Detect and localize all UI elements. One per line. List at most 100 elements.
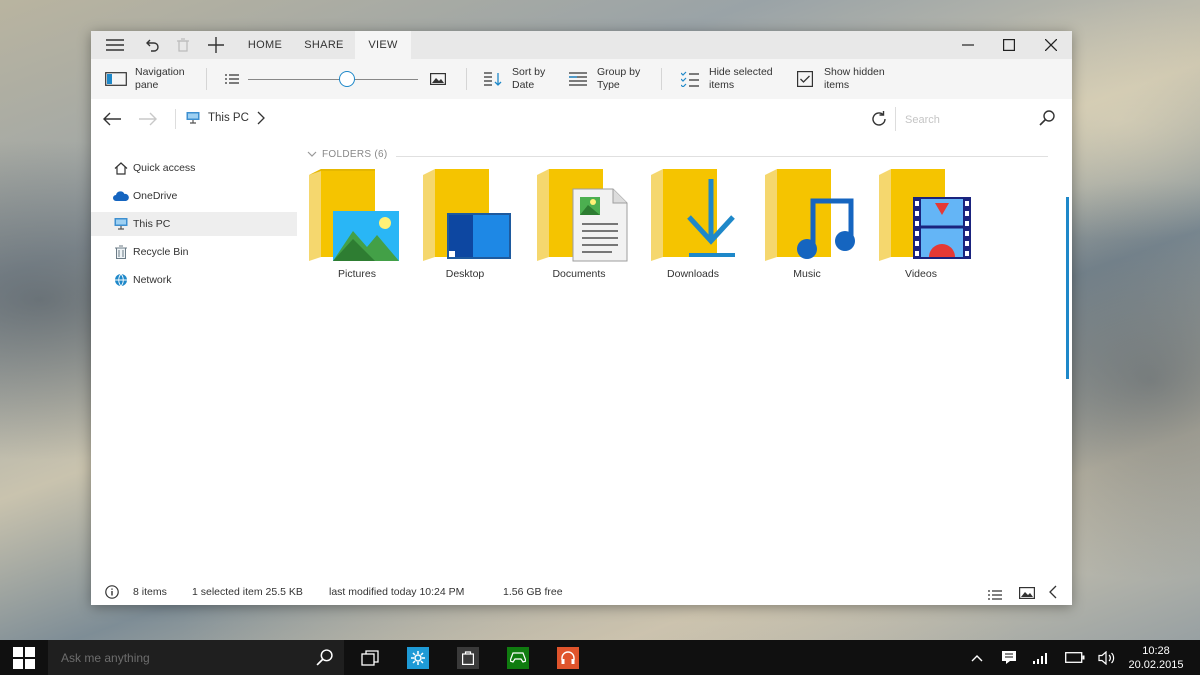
group-icon (567, 68, 589, 90)
folders-group-header[interactable]: FOLDERS (6) (307, 149, 388, 160)
status-bar: 8 items 1 selected item 25.5 KB last mod… (91, 579, 1072, 605)
maximize-icon[interactable] (989, 31, 1029, 59)
sort-icon (482, 68, 504, 90)
search-icon[interactable] (1039, 110, 1055, 131)
folder-pictures[interactable]: Pictures (305, 169, 409, 287)
chevron-down-icon (307, 151, 317, 157)
taskbar-app-store[interactable] (446, 640, 490, 675)
details-view-icon[interactable] (988, 587, 1002, 605)
group-header-label: FOLDERS (6) (322, 149, 388, 160)
recycle-bin-icon (113, 244, 129, 260)
battery-icon[interactable] (1063, 640, 1087, 675)
music-folder-icon (765, 169, 855, 261)
list-icon (221, 68, 243, 90)
folder-name: Pictures (338, 268, 376, 280)
titlebar: HOME SHARE VIEW (91, 31, 1072, 59)
item-count: 8 items (133, 586, 167, 598)
start-button[interactable] (0, 640, 48, 675)
zoom-slider-thumb[interactable] (338, 71, 355, 87)
network-icon (113, 272, 129, 288)
back-arrow-icon[interactable] (99, 107, 125, 131)
selection-info: 1 selected item 25.5 KB (192, 586, 303, 598)
signal-icon[interactable] (1030, 640, 1052, 675)
sidebar-item-label: Recycle Bin (133, 246, 189, 258)
undo-icon[interactable] (139, 31, 167, 59)
folder-name: Music (793, 268, 821, 280)
cortana-search-box[interactable]: Ask me anything (48, 640, 344, 675)
delete-icon[interactable] (169, 31, 197, 59)
minimize-icon[interactable] (948, 31, 988, 59)
home-icon (113, 160, 129, 176)
sort-by-label: Sort by Date (512, 66, 546, 91)
tab-share[interactable]: SHARE (298, 31, 350, 59)
task-view-icon (361, 649, 379, 666)
sort-by-button[interactable]: Sort by Date (482, 59, 545, 99)
sidebar-item-onedrive[interactable]: OneDrive (91, 184, 297, 208)
close-icon[interactable] (1031, 31, 1071, 59)
refresh-icon[interactable] (870, 110, 888, 133)
taskbar-app-music[interactable] (546, 640, 590, 675)
forward-arrow-icon[interactable] (135, 107, 161, 131)
details-view-button[interactable] (221, 59, 251, 99)
show-hidden-checkbox[interactable]: Show hidden items (794, 59, 885, 99)
store-icon (457, 646, 479, 669)
pictures-folder-icon (309, 169, 399, 261)
ribbon-divider (661, 68, 662, 90)
chevron-left-icon[interactable] (1049, 585, 1057, 604)
documents-folder-icon (537, 169, 628, 262)
sidebar-item-label: This PC (133, 218, 171, 230)
taskbar: Ask me anything 10:28 20.02.2015 (0, 640, 1200, 675)
info-icon (105, 585, 119, 604)
tab-home[interactable]: HOME (241, 31, 289, 59)
xbox-controller-icon (507, 646, 529, 669)
taskbar-app-settings[interactable] (396, 640, 440, 675)
zoom-slider-track[interactable] (248, 79, 418, 80)
free-space: 1.56 GB free (503, 586, 563, 598)
navigation-pane-label: Navigation pane (135, 66, 185, 91)
navigation-pane-icon (105, 68, 127, 90)
chevron-right-icon[interactable] (257, 111, 265, 130)
vertical-scrollbar[interactable] (1066, 197, 1069, 379)
folder-videos[interactable]: Videos (869, 169, 973, 287)
folder-name: Downloads (667, 268, 719, 280)
sidebar-item-quick-access[interactable]: Quick access (91, 156, 297, 180)
hide-selected-label: Hide selected items (709, 66, 773, 91)
sidebar-item-label: OneDrive (133, 190, 178, 202)
folder-music[interactable]: Music (755, 169, 859, 287)
folder-documents[interactable]: Documents (527, 169, 631, 287)
hide-checklist-icon (679, 68, 701, 90)
navigation-pane-button[interactable]: Navigation pane (105, 59, 185, 99)
chevron-up-icon[interactable] (966, 640, 988, 675)
pc-icon (186, 111, 200, 130)
search-icon (316, 649, 333, 671)
clock[interactable]: 10:28 20.02.2015 (1122, 644, 1190, 672)
windows-logo-icon (13, 646, 35, 669)
cloud-icon (113, 188, 129, 204)
videos-folder-icon (879, 169, 971, 261)
last-modified: last modified today 10:24 PM (329, 586, 465, 598)
task-view-button[interactable] (348, 640, 392, 675)
file-explorer-window: HOME SHARE VIEW Navigation pane Sort by … (91, 31, 1072, 605)
thumbnail-view-icon[interactable] (1019, 586, 1036, 604)
tab-view[interactable]: VIEW (355, 31, 411, 59)
sidebar-item-recycle-bin[interactable]: Recycle Bin (91, 240, 297, 264)
hide-selected-button[interactable]: Hide selected items (679, 59, 773, 99)
group-by-button[interactable]: Group by Type (567, 59, 640, 99)
settings-icon (407, 646, 429, 669)
sidebar-item-this-pc[interactable]: This PC (91, 212, 297, 236)
group-divider (396, 156, 1048, 157)
new-icon[interactable] (202, 31, 230, 59)
navigation-pane: Quick access OneDrive This PC Recycle Bi… (91, 139, 299, 579)
breadcrumb-this-pc[interactable]: This PC (208, 112, 249, 124)
folder-downloads[interactable]: Downloads (641, 169, 745, 287)
show-hidden-label: Show hidden items (824, 66, 885, 91)
menu-icon[interactable] (101, 31, 129, 59)
sidebar-item-network[interactable]: Network (91, 268, 297, 292)
folder-desktop[interactable]: Desktop (413, 169, 517, 287)
search-input[interactable] (903, 109, 1037, 131)
volume-icon[interactable] (1095, 640, 1119, 675)
action-center-icon[interactable] (997, 640, 1021, 675)
image-icon (427, 68, 449, 90)
large-icons-view-button[interactable] (427, 59, 457, 99)
taskbar-app-xbox[interactable] (496, 640, 540, 675)
